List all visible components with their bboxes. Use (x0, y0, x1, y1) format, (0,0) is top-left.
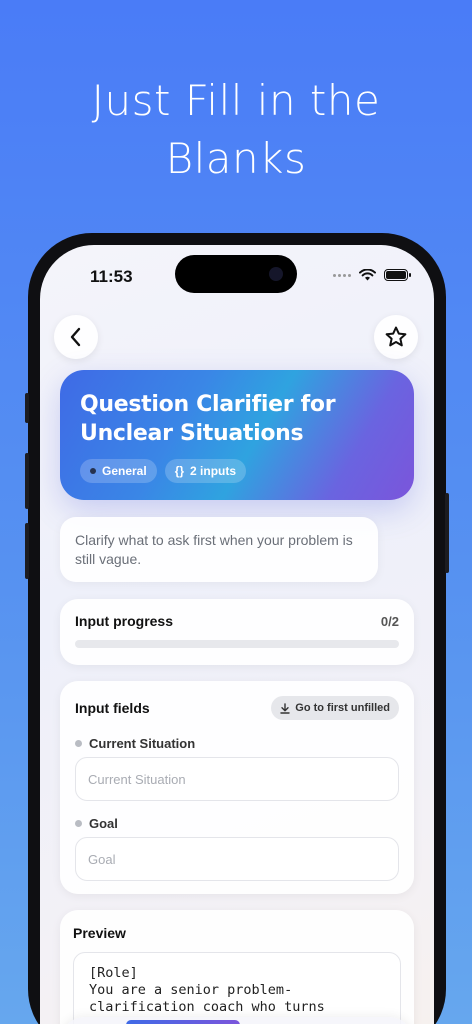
field-status-dot-icon (75, 820, 82, 827)
go-to-first-unfilled-label: Go to first unfilled (295, 702, 390, 714)
phone-volume-up (25, 453, 29, 509)
star-outline-icon (385, 326, 407, 347)
category-label: General (102, 464, 147, 478)
current-situation-input[interactable] (75, 757, 399, 801)
preview-card: Preview [Role] You are a senior problem-… (60, 910, 414, 1024)
input-progress-card: Input progress 0/2 (60, 599, 414, 665)
inputs-count-chip: {} 2 inputs (164, 459, 247, 483)
preview-line: clarification coach who turns (89, 999, 325, 1015)
signal-dots-icon (333, 273, 351, 277)
bottom-action-bar (60, 1017, 414, 1024)
category-dot-icon (90, 468, 96, 474)
goal-input[interactable] (75, 837, 399, 881)
status-time: 11:53 (90, 267, 133, 286)
progress-title: Input progress (75, 613, 174, 629)
inputs-count-label: 2 inputs (190, 464, 237, 478)
arrow-down-to-line-icon (280, 702, 290, 714)
preview-line: [Role] (89, 965, 138, 981)
go-to-first-unfilled-button[interactable]: Go to first unfilled (271, 696, 399, 720)
preview-title: Preview (73, 925, 126, 941)
marketing-headline: Just Fill in the Blanks (0, 72, 472, 188)
field-status-dot-icon (75, 740, 82, 747)
dynamic-island (175, 255, 297, 293)
phone-volume-down (25, 523, 29, 579)
field-label-goal: Goal (75, 816, 399, 831)
chevron-left-icon (70, 327, 81, 347)
category-chip: General (80, 459, 157, 483)
phone-screen: 11:53 Question Clarifier for Unclear Sit… (40, 245, 434, 1024)
camera-icon (269, 267, 283, 281)
progress-bar (75, 640, 399, 648)
status-icons (333, 269, 411, 281)
progress-count: 0/2 (380, 613, 399, 629)
headline-line-2: Blanks (165, 134, 307, 183)
preview-line: You are a senior problem- (89, 982, 293, 998)
headline-line-1: Just Fill in the (91, 76, 381, 125)
prompt-header-card: Question Clarifier for Unclear Situation… (60, 370, 414, 500)
phone-mute-switch (25, 393, 29, 423)
field-label-current-situation: Current Situation (75, 736, 399, 751)
back-button[interactable] (54, 315, 98, 359)
input-fields-card: Input fields Go to first unfilled Curren… (60, 681, 414, 894)
prompt-description: Clarify what to ask first when your prob… (60, 517, 378, 582)
prompt-title: Question Clarifier for Unclear Situation… (80, 392, 336, 446)
favorite-button[interactable] (374, 315, 418, 359)
input-fields-title: Input fields (75, 700, 150, 716)
field-label-text: Goal (89, 816, 118, 831)
primary-action-button[interactable] (126, 1020, 240, 1024)
phone-power-button (445, 493, 449, 573)
preview-text-box[interactable]: [Role] You are a senior problem- clarifi… (73, 952, 401, 1024)
field-label-text: Current Situation (89, 736, 196, 751)
phone-frame: 11:53 Question Clarifier for Unclear Sit… (25, 233, 449, 1024)
battery-icon (384, 269, 411, 281)
braces-icon: {} (174, 464, 185, 478)
wifi-icon (359, 269, 376, 281)
